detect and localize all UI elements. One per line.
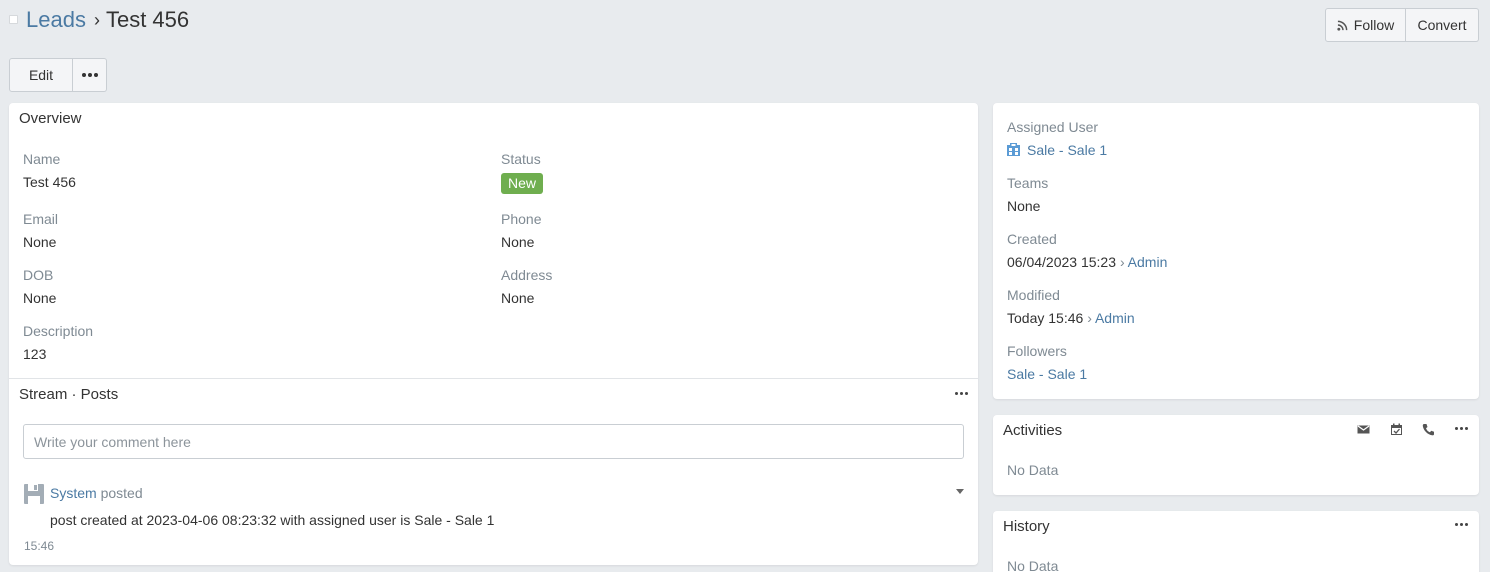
breadcrumb-leads-link[interactable]: Leads: [26, 7, 86, 32]
description-value: 123: [23, 346, 47, 362]
history-menu-button[interactable]: [1455, 523, 1468, 526]
address-label: Address: [501, 267, 553, 283]
post-verb: posted: [100, 485, 143, 501]
panel-divider: [9, 378, 978, 379]
post-author-link[interactable]: System: [50, 485, 97, 501]
modified-value: Today 15:46 › Admin: [1007, 310, 1135, 326]
modified-by-link[interactable]: Admin: [1095, 310, 1135, 326]
assigned-user-value: Sale - Sale 1: [1007, 142, 1107, 158]
followers-label: Followers: [1007, 343, 1067, 359]
post-text: post created at 2023-04-06 08:23:32 with…: [50, 512, 495, 528]
post-time: 15:46: [24, 539, 55, 553]
record-actions: Edit: [9, 58, 107, 92]
ellipsis-icon: [81, 73, 98, 77]
overview-title: Overview: [19, 110, 82, 127]
created-label: Created: [1007, 231, 1057, 247]
overview-panel: Overview Name Test 456 Status New Email …: [9, 103, 978, 565]
status-label: Status: [501, 151, 541, 167]
modified-label: Modified: [1007, 287, 1060, 303]
modified-arrow: ›: [1087, 310, 1092, 326]
side-panel: Assigned User Sale - Sale 1 Teams None C…: [993, 103, 1479, 399]
stream-menu-button[interactable]: [955, 392, 968, 395]
rss-icon: [1337, 20, 1348, 31]
activities-panel: Activities No Data: [993, 415, 1479, 495]
comment-input[interactable]: [23, 424, 964, 459]
post-dropdown-caret[interactable]: [956, 489, 964, 494]
teams-value: None: [1007, 198, 1041, 214]
phone-label: Phone: [501, 211, 542, 227]
created-date: 06/04/2023 15:23: [1007, 254, 1116, 270]
dob-label: DOB: [23, 267, 54, 283]
name-value: Test 456: [23, 174, 76, 190]
status-badge: New: [501, 173, 544, 194]
modified-date: Today 15:46: [1007, 310, 1084, 326]
ellipsis-icon: [1455, 427, 1468, 430]
convert-button[interactable]: Convert: [1406, 8, 1479, 42]
header-actions: Follow Convert: [1325, 8, 1479, 42]
activities-menu-button[interactable]: [1455, 427, 1468, 430]
page-header: Leads › Test 456 Follow Convert: [0, 0, 1490, 50]
history-panel: History No Data: [993, 511, 1479, 572]
created-value: 06/04/2023 15:23 › Admin: [1007, 254, 1167, 270]
created-by-link[interactable]: Admin: [1128, 254, 1168, 270]
record-select-checkbox[interactable]: [9, 15, 18, 24]
user-icon: [1007, 143, 1020, 156]
history-empty: No Data: [1007, 558, 1059, 572]
dob-value: None: [23, 290, 57, 306]
assigned-user-label: Assigned User: [1007, 119, 1099, 135]
ellipsis-icon: [1455, 523, 1468, 526]
email-label: Email: [23, 211, 59, 227]
assigned-user-link[interactable]: Sale - Sale 1: [1027, 142, 1107, 158]
follower-link[interactable]: Sale - Sale 1: [1007, 366, 1087, 382]
follow-button[interactable]: Follow: [1325, 8, 1406, 42]
phone-value: None: [501, 234, 535, 250]
calendar-icon[interactable]: [1390, 423, 1403, 436]
name-label: Name: [23, 151, 61, 167]
page-title: Test 456: [105, 7, 190, 32]
email-value: None: [23, 234, 57, 250]
teams-label: Teams: [1007, 175, 1049, 191]
system-avatar-icon: [24, 484, 44, 504]
activities-title: Activities: [1003, 422, 1063, 439]
breadcrumb-separator: ›: [93, 10, 100, 30]
post-header: System posted: [50, 485, 143, 501]
activities-empty: No Data: [1007, 462, 1059, 478]
more-actions-button[interactable]: [73, 58, 107, 92]
ellipsis-icon: [955, 392, 968, 395]
breadcrumb: Leads › Test 456: [26, 6, 189, 35]
history-title: History: [1003, 518, 1050, 535]
stream-title: Stream · Posts: [19, 386, 119, 403]
edit-button[interactable]: Edit: [9, 58, 73, 92]
created-arrow: ›: [1120, 254, 1125, 270]
envelope-icon[interactable]: [1357, 423, 1370, 436]
phone-icon[interactable]: [1422, 423, 1435, 436]
follow-label: Follow: [1353, 17, 1395, 33]
followers-value: Sale - Sale 1: [1007, 366, 1087, 382]
description-label: Description: [23, 323, 94, 339]
address-value: None: [501, 290, 535, 306]
